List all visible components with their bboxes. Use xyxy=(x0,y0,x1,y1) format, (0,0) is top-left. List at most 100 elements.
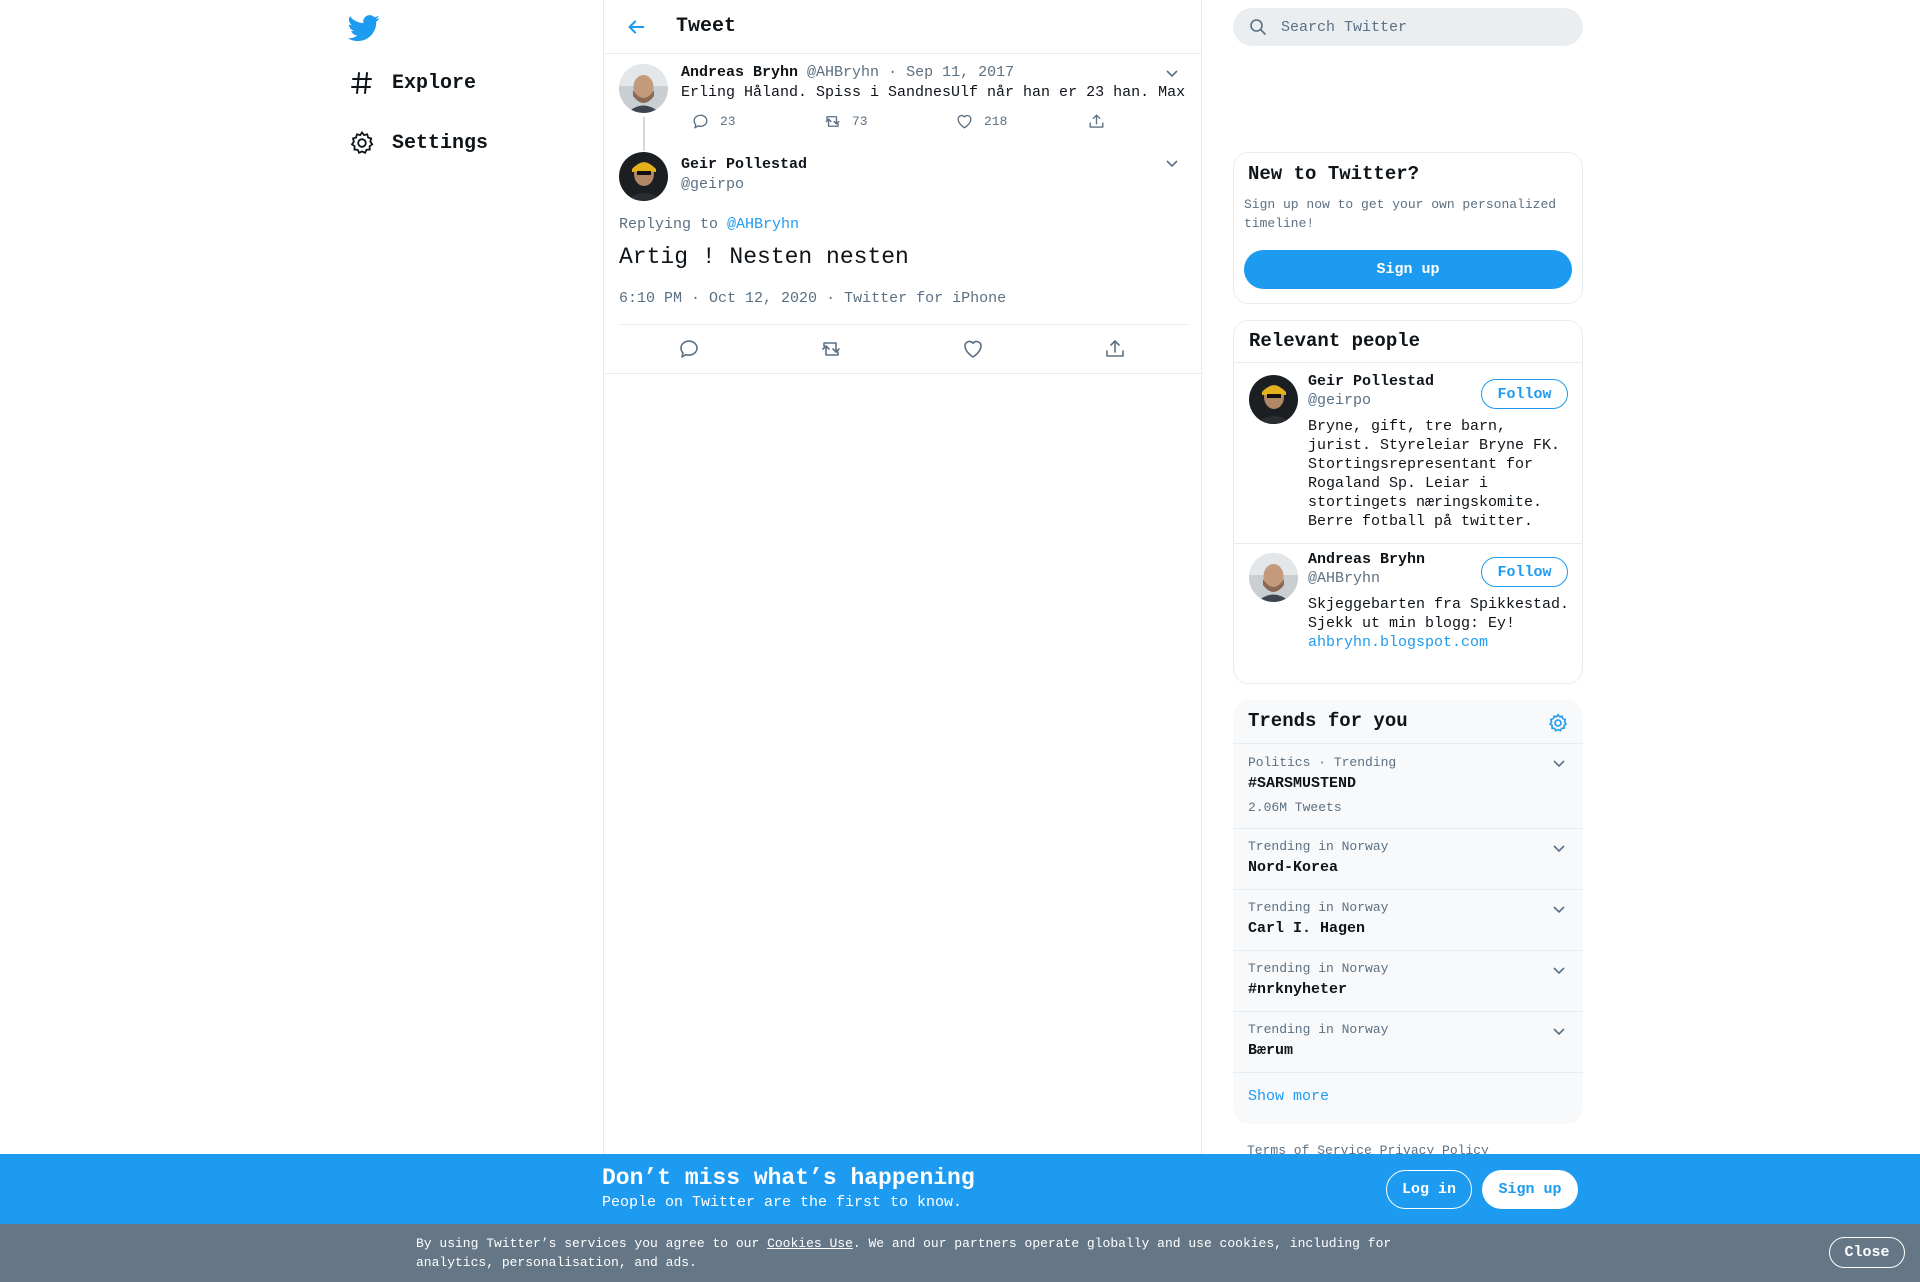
person-bio-text: Skjeggebarten fra Spikkestad. Sjekk ut m… xyxy=(1308,596,1570,632)
parent-tweet-actions: 23 73 218 xyxy=(681,112,1181,136)
cookie-text: By using Twitter’s services you agree to… xyxy=(416,1234,1416,1272)
chevron-down-icon[interactable] xyxy=(1550,839,1568,857)
person-bio: Bryne, gift, tre barn, jurist. Styreleia… xyxy=(1308,417,1576,531)
parent-tweet-header: Andreas Bryhn @AHBryhn · Sep 11, 2017 xyxy=(681,64,1014,81)
trend-item[interactable]: Trending in Norway Bærum xyxy=(1233,1012,1583,1073)
person-item[interactable]: Andreas Bryhn @AHBryhn Follow Skjeggebar… xyxy=(1234,543,1582,683)
author-name[interactable]: Geir Pollestad xyxy=(681,156,807,173)
card-title: Relevant people xyxy=(1234,321,1582,363)
author-handle[interactable]: @AHBryhn xyxy=(807,64,879,81)
page-title: Tweet xyxy=(676,15,737,38)
chevron-down-icon[interactable] xyxy=(1550,754,1568,772)
replying-to-label: Replying to xyxy=(619,216,719,233)
tweet-text: Artig ! Nesten nesten xyxy=(619,244,909,270)
avatar[interactable] xyxy=(619,152,668,201)
nav-settings[interactable]: Settings xyxy=(348,119,488,167)
promo-subtitle: People on Twitter are the first to know. xyxy=(602,1194,963,1211)
promo-title: Don’t miss what’s happening xyxy=(602,1165,975,1191)
twitter-bird-icon[interactable] xyxy=(348,12,380,44)
person-bio: Skjeggebarten fra Spikkestad. Sjekk ut m… xyxy=(1308,595,1576,652)
replying-to-handle[interactable]: @AHBryhn xyxy=(727,216,799,233)
trend-name: Nord-Korea xyxy=(1248,859,1339,876)
author-name[interactable]: Andreas Bryhn xyxy=(681,64,798,81)
chevron-down-icon[interactable] xyxy=(1550,1022,1568,1040)
chevron-down-icon[interactable] xyxy=(1550,900,1568,918)
heart-icon xyxy=(955,112,974,131)
hashtag-icon xyxy=(348,69,376,97)
trend-context: Trending in Norway xyxy=(1248,900,1389,915)
person-handle[interactable]: @AHBryhn xyxy=(1308,570,1380,587)
trend-item[interactable]: Trending in Norway Carl I. Hagen xyxy=(1233,890,1583,951)
login-button[interactable]: Log in xyxy=(1386,1170,1472,1209)
like-button[interactable]: 218 xyxy=(945,112,1007,131)
gear-icon[interactable] xyxy=(1547,712,1569,734)
trend-item[interactable]: Trending in Norway #nrknyheter xyxy=(1233,951,1583,1012)
close-button[interactable]: Close xyxy=(1829,1237,1905,1268)
retweet-icon xyxy=(819,337,843,361)
parent-tweet[interactable]: Andreas Bryhn @AHBryhn · Sep 11, 2017 Er… xyxy=(619,64,1189,151)
cookie-text-start: By using Twitter’s services you agree to… xyxy=(416,1236,768,1251)
main-tweet-actions xyxy=(619,325,1189,373)
trend-name: #nrknyheter xyxy=(1248,981,1348,998)
trend-context: Trending in Norway xyxy=(1248,1022,1389,1037)
reply-icon xyxy=(691,112,710,131)
search-bar[interactable] xyxy=(1233,8,1583,46)
replying-to: Replying to @AHBryhn xyxy=(619,216,799,233)
cookies-use-link[interactable]: Cookies Use xyxy=(767,1236,853,1251)
back-button[interactable] xyxy=(616,7,656,47)
reply-button[interactable] xyxy=(677,337,701,361)
share-button[interactable] xyxy=(1103,337,1127,361)
share-button[interactable] xyxy=(1077,112,1106,131)
like-button[interactable] xyxy=(961,337,985,361)
retweet-button[interactable]: 73 xyxy=(813,112,868,131)
signup-button[interactable]: Sign up xyxy=(1244,250,1572,289)
follow-button[interactable]: Follow xyxy=(1481,379,1568,409)
chevron-down-icon[interactable] xyxy=(1163,154,1181,172)
trends-header: Trends for you xyxy=(1233,700,1583,744)
heart-icon xyxy=(961,337,985,361)
avatar[interactable] xyxy=(1249,553,1298,602)
chevron-down-icon[interactable] xyxy=(1163,64,1181,82)
author-handle[interactable]: @geirpo xyxy=(681,176,744,193)
tweet-date[interactable]: · Sep 11, 2017 xyxy=(888,64,1014,81)
person-bio-text: Bryne, gift, tre barn, jurist. Styreleia… xyxy=(1308,418,1561,530)
person-name[interactable]: Geir Pollestad xyxy=(1308,373,1434,390)
signup-description: Sign up now to get your own personalized… xyxy=(1244,197,1557,231)
trend-item[interactable]: Trending in Norway Nord-Korea xyxy=(1233,829,1583,890)
avatar[interactable] xyxy=(1249,375,1298,424)
cookie-banner: By using Twitter’s services you agree to… xyxy=(0,1224,1920,1282)
tweet-timestamp[interactable]: 6:10 PM · Oct 12, 2020 xyxy=(619,290,817,307)
tweet-column: Tweet Andreas Bryhn @AHBryhn · Sep 11, 2… xyxy=(603,0,1203,1282)
trends-card: Trends for you Politics · Trending #SARS… xyxy=(1233,700,1583,1124)
person-handle[interactable]: @geirpo xyxy=(1308,392,1371,409)
trend-item[interactable]: Politics · Trending #SARSMUSTEND 2.06M T… xyxy=(1233,744,1583,829)
nav-explore[interactable]: Explore xyxy=(348,59,476,107)
follow-button[interactable]: Follow xyxy=(1481,557,1568,587)
retweet-button[interactable] xyxy=(819,337,843,361)
arrow-left-icon xyxy=(625,16,647,38)
search-input[interactable] xyxy=(1281,18,1561,36)
trend-name: Carl I. Hagen xyxy=(1248,920,1366,937)
person-name[interactable]: Andreas Bryhn xyxy=(1308,551,1425,568)
reply-button[interactable]: 23 xyxy=(681,112,736,131)
person-item[interactable]: Geir Pollestad @geirpo Follow Bryne, gif… xyxy=(1234,365,1582,543)
tweet-source: · Twitter for iPhone xyxy=(826,290,1007,307)
trend-context: Politics · Trending xyxy=(1248,755,1397,770)
tweet-meta: 6:10 PM · Oct 12, 2020 · Twitter for iPh… xyxy=(619,290,1006,307)
person-website-link[interactable]: ahbryhn.blogspot.com xyxy=(1308,633,1576,652)
tweet-header: Tweet xyxy=(604,0,1201,54)
show-more-link[interactable]: Show more xyxy=(1248,1088,1329,1105)
divider xyxy=(604,373,1203,374)
like-count: 218 xyxy=(984,114,1008,129)
relevant-people-card: Relevant people Geir Pollestad @geirpo F… xyxy=(1233,320,1583,684)
tweet-text: Erling Håland. Spiss i SandnesUlf når ha… xyxy=(681,84,1186,101)
chevron-down-icon[interactable] xyxy=(1550,961,1568,979)
avatar[interactable] xyxy=(619,64,668,113)
new-to-twitter-card: New to Twitter? Sign up now to get your … xyxy=(1233,152,1583,304)
signup-promo-banner: Don’t miss what’s happening People on Tw… xyxy=(0,1154,1920,1224)
reply-icon xyxy=(677,337,701,361)
thread-connector xyxy=(643,117,645,151)
search-icon xyxy=(1233,18,1267,36)
trend-context: Trending in Norway xyxy=(1248,839,1389,854)
signup-button[interactable]: Sign up xyxy=(1482,1170,1578,1209)
